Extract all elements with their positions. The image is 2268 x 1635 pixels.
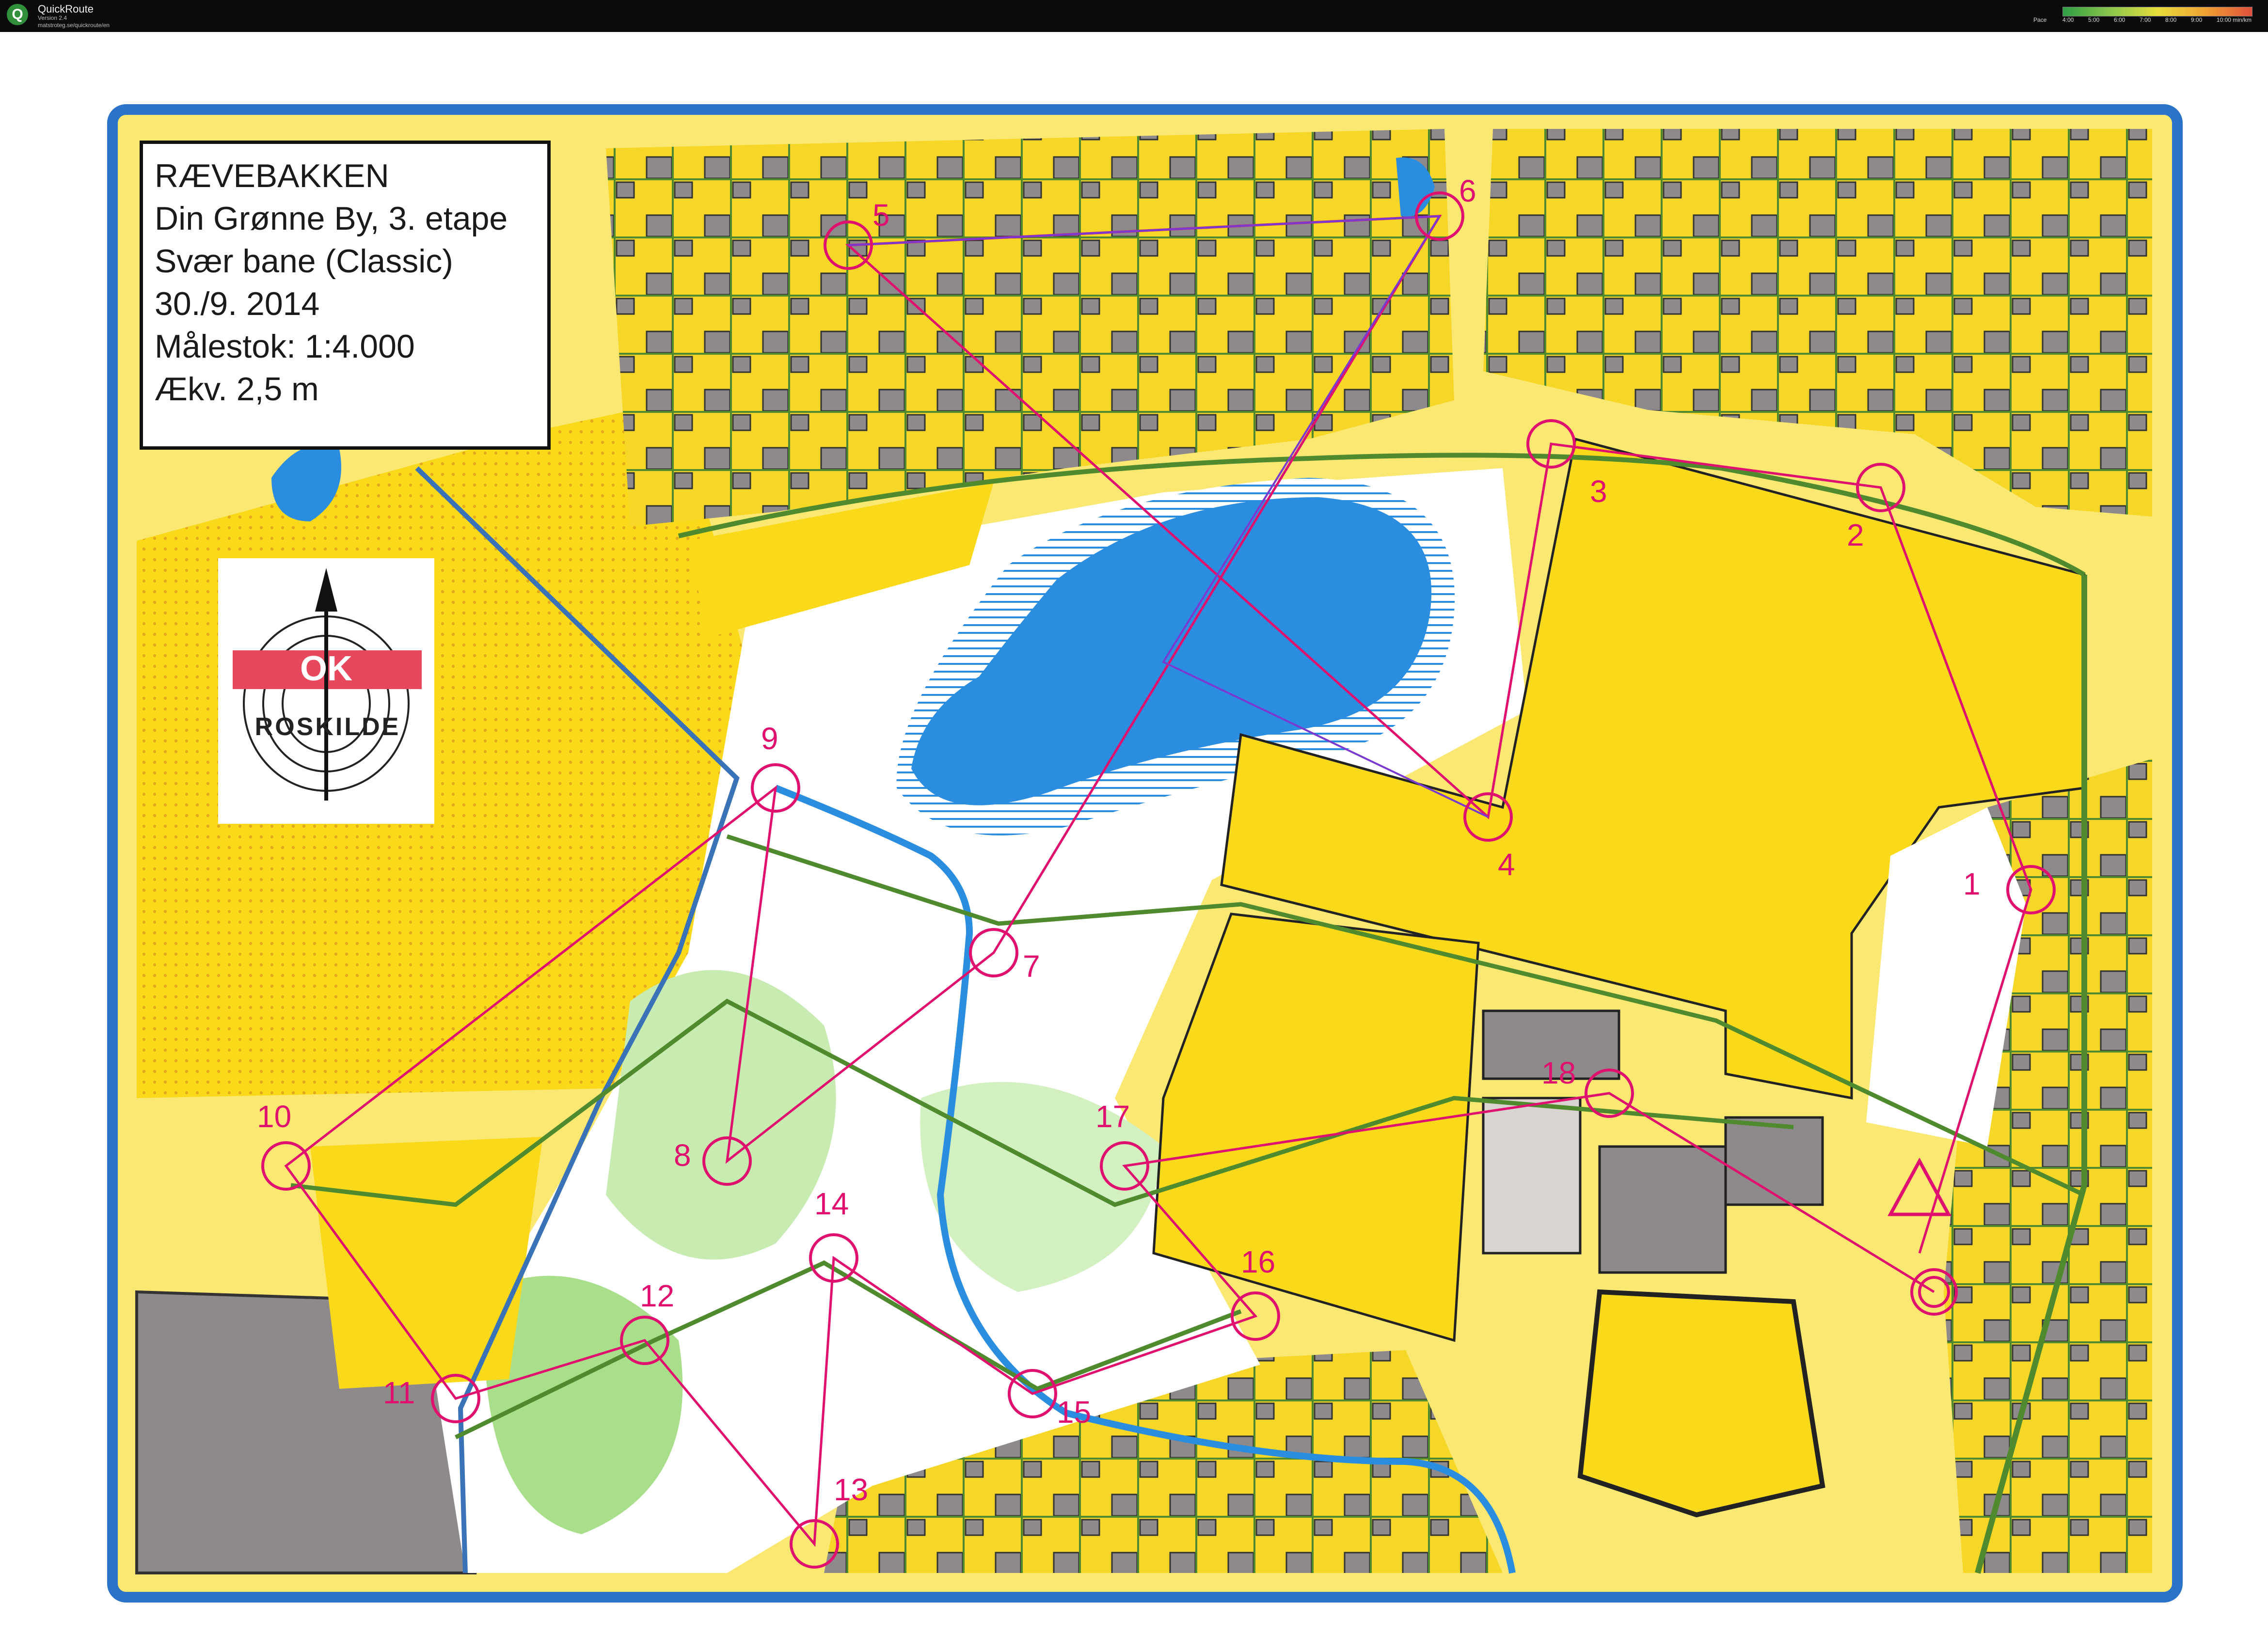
control-label: 8 — [674, 1138, 691, 1173]
open-field-west-south — [310, 1137, 543, 1389]
building — [1598, 1145, 1727, 1274]
orienteering-map-view[interactable]: 1 2 3 4 5 6 7 8 9 10 11 12 13 14 15 16 1… — [0, 32, 2268, 1635]
control-label: 7 — [1023, 949, 1040, 984]
app-url: matstroteg.se/quickroute/en — [38, 22, 110, 29]
control-label: 18 — [1541, 1055, 1576, 1090]
pace-tick: 9:00 — [2190, 16, 2203, 23]
pace-tick: 10:00 min/km — [2216, 16, 2252, 23]
pace-legend: Pace 4:00 5:00 6:00 7:00 8:00 9:00 10:00… — [2033, 7, 2256, 25]
club-logo: OK ROSKILDE — [218, 558, 434, 824]
pace-tick: 5:00 — [2088, 16, 2100, 23]
app-title: QuickRoute — [38, 3, 94, 15]
logo-mark: OK — [300, 649, 352, 688]
control-label: 1 — [1963, 866, 1981, 901]
map-event-name: Din Grønne By, 3. etape — [155, 200, 508, 237]
quickroute-app-icon: Q — [7, 4, 28, 25]
map-course-name: Svær bane (Classic) — [155, 243, 453, 280]
pace-tick: 8:00 — [2165, 16, 2177, 23]
control-label: 12 — [640, 1278, 674, 1313]
control-label: 9 — [761, 721, 778, 756]
control-label: 10 — [257, 1099, 291, 1134]
pace-color-gradient — [2062, 7, 2252, 16]
sports-field — [1577, 1289, 1825, 1518]
control-label: 2 — [1847, 518, 1864, 552]
app-version: Version 2.4 — [38, 15, 67, 21]
map-title-box: RÆVEBAKKEN Din Grønne By, 3. etape Svær … — [140, 141, 551, 450]
logo-text: ROSKILDE — [254, 713, 401, 741]
control-label: 4 — [1498, 847, 1515, 882]
building — [1482, 1097, 1582, 1255]
control-label: 3 — [1590, 474, 1607, 509]
control-label: 15 — [1057, 1395, 1091, 1430]
control-label: 14 — [814, 1186, 849, 1221]
pace-tick: 4:00 — [2062, 16, 2074, 23]
pace-tick: 7:00 — [2139, 16, 2151, 23]
pace-tick: 6:00 — [2113, 16, 2125, 23]
club-logo-graphic: OK — [233, 568, 422, 801]
building — [1724, 1116, 1824, 1206]
control-label: 6 — [1459, 173, 1476, 208]
map-contour-interval: Ækv. 2,5 m — [155, 371, 319, 408]
control-label: 5 — [872, 198, 890, 233]
control-label: 13 — [834, 1472, 868, 1507]
pace-legend-ticks: 4:00 5:00 6:00 7:00 8:00 9:00 10:00 min/… — [2062, 16, 2252, 23]
pace-legend-label: Pace — [2033, 16, 2047, 23]
app-titlebar: Q QuickRoute Version 2.4 matstroteg.se/q… — [0, 0, 2268, 32]
control-label: 16 — [1241, 1244, 1275, 1279]
control-label: 17 — [1095, 1099, 1130, 1134]
map-title: RÆVEBAKKEN — [155, 157, 389, 194]
map-date: 30./9. 2014 — [155, 285, 320, 322]
control-label: 11 — [383, 1375, 415, 1410]
map-scale: Målestok: 1:4.000 — [155, 328, 415, 365]
